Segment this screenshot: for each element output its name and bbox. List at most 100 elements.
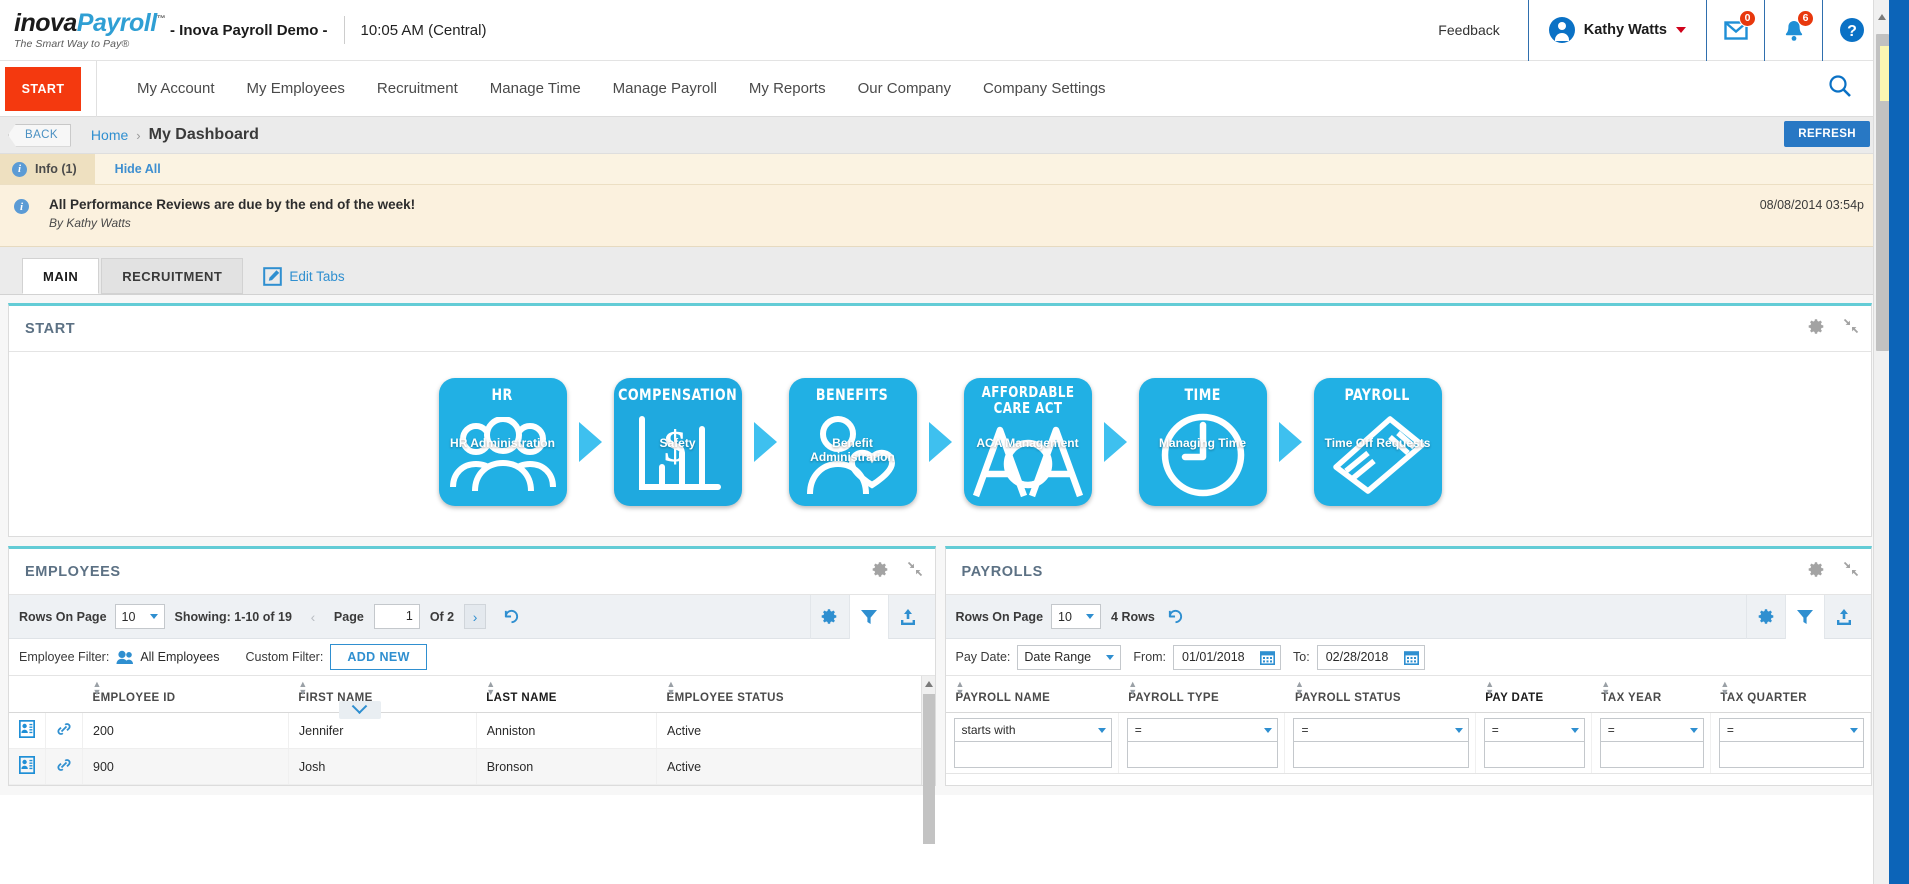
collapse-icon[interactable] (1843, 561, 1859, 582)
filter-text-input[interactable] (1127, 742, 1279, 768)
breadcrumb-separator: › (136, 128, 140, 143)
next-page-button[interactable]: › (464, 604, 486, 629)
tile-subtitle: HR Administration (439, 436, 567, 450)
notifications-button[interactable]: 6 (1764, 0, 1822, 61)
grid-filter-button[interactable] (1785, 595, 1824, 639)
rows-on-page-select[interactable]: 10 (115, 604, 165, 629)
nav-item-manage-payroll[interactable]: Manage Payroll (597, 80, 733, 97)
gear-icon[interactable] (1808, 561, 1825, 583)
reset-grid-button[interactable] (500, 604, 522, 629)
filter-text-input[interactable] (1719, 742, 1864, 768)
calendar-icon[interactable] (1260, 650, 1275, 665)
filter-text-input[interactable] (954, 742, 1112, 768)
tile-benefits[interactable]: BENEFITS Benefit Administration (789, 378, 917, 506)
filter-op-select[interactable]: = (1600, 718, 1704, 742)
collapse-icon[interactable] (1843, 318, 1859, 339)
cell-employee-id: 200 (83, 713, 289, 749)
filter-text-input[interactable] (1484, 742, 1585, 768)
grid-export-button[interactable] (888, 595, 927, 639)
employee-record-button[interactable] (9, 713, 46, 749)
scroll-up-icon[interactable] (1878, 14, 1886, 20)
employee-record-button[interactable] (9, 749, 46, 785)
breadcrumb-home-link[interactable]: Home (91, 127, 128, 143)
from-date-input[interactable]: 01/01/2018 (1173, 645, 1281, 670)
feedback-link[interactable]: Feedback (1410, 22, 1527, 38)
help-button[interactable]: ? (1822, 0, 1880, 61)
column-tax-quarter[interactable]: ▲▼ TAX QUARTER (1710, 676, 1870, 713)
search-button[interactable] (1828, 74, 1852, 103)
calendar-icon[interactable] (1404, 650, 1419, 665)
browser-scrollbar[interactable] (1873, 0, 1889, 884)
prev-page-button[interactable]: ‹ (302, 604, 324, 629)
filter-op-select[interactable]: = (1484, 718, 1585, 742)
add-new-filter-button[interactable]: ADD NEW (330, 644, 427, 670)
column-payroll-status[interactable]: ▲▼ PAYROLL STATUS (1285, 676, 1475, 713)
tile-affordable-care-act[interactable]: AFFORDABLE CARE ACT ACA Management (964, 378, 1092, 506)
nav-item-my-employees[interactable]: My Employees (231, 80, 361, 97)
dashboard-tabs: MAIN RECRUITMENT Edit Tabs (0, 247, 1880, 295)
tile-payroll[interactable]: PAYROLL Time Off Requests (1314, 378, 1442, 506)
info-tab[interactable]: i Info (1) (0, 154, 95, 184)
tile-time[interactable]: TIME Managing Time (1139, 378, 1267, 506)
filter-text-input[interactable] (1600, 742, 1704, 768)
reset-grid-button[interactable] (1165, 604, 1187, 629)
breadcrumb-bar: BACK Home › My Dashboard REFRESH (0, 117, 1880, 154)
grid-export-button[interactable] (1824, 595, 1863, 639)
refresh-button[interactable]: REFRESH (1784, 121, 1870, 147)
column-employee-id[interactable]: ▲▼ EMPLOYEE ID (83, 676, 289, 713)
start-button[interactable]: START (5, 67, 81, 111)
table-row[interactable]: 900 Josh Bronson Active (9, 749, 934, 785)
employee-filter-value[interactable]: All Employees (140, 650, 219, 664)
employee-link-button[interactable] (46, 713, 83, 749)
column-pay-date[interactable]: ▲▼ PAY DATE (1475, 676, 1591, 713)
filter-op-select[interactable]: = (1719, 718, 1864, 742)
tab-recruitment[interactable]: RECRUITMENT (101, 258, 243, 294)
nav-item-my-reports[interactable]: My Reports (733, 80, 842, 97)
column-first-name[interactable]: ▲▼ FIRST NAME (288, 676, 476, 713)
tile-hr[interactable]: HR (439, 378, 567, 506)
column-last-name[interactable]: ▲▼ LAST NAME (476, 676, 656, 713)
nav-item-my-account[interactable]: My Account (121, 80, 231, 97)
filter-op-value: starts with (962, 723, 1016, 737)
tab-main[interactable]: MAIN (22, 258, 99, 294)
filter-op-value: = (1608, 723, 1615, 737)
user-menu[interactable]: Kathy Watts (1528, 0, 1706, 61)
nav-item-company-settings[interactable]: Company Settings (967, 80, 1122, 97)
back-button[interactable]: BACK (8, 124, 71, 147)
column-employee-status[interactable]: ▲▼ EMPLOYEE STATUS (657, 676, 934, 713)
employees-grid-scrollbar[interactable] (921, 676, 935, 785)
pay-date-range-select[interactable]: Date Range (1017, 645, 1121, 670)
grid-settings-button[interactable] (1746, 595, 1785, 639)
employee-link-button[interactable] (46, 749, 83, 785)
nav-item-recruitment[interactable]: Recruitment (361, 80, 474, 97)
page-input[interactable]: 1 (374, 604, 420, 629)
employees-grid-toolbar: Rows On Page 10 Showing: 1-10 of 19 ‹ Pa… (9, 595, 935, 639)
column-menu-icon[interactable] (339, 701, 381, 719)
column-tax-year[interactable]: ▲▼ TAX YEAR (1591, 676, 1710, 713)
arrow-icon (1104, 422, 1127, 462)
hide-all-link[interactable]: Hide All (95, 154, 181, 184)
filter-op-select[interactable]: = (1127, 718, 1279, 742)
column-payroll-type[interactable]: ▲▼ PAYROLL TYPE (1118, 676, 1285, 713)
filter-text-input[interactable] (1293, 742, 1468, 768)
nav-item-manage-time[interactable]: Manage Time (474, 80, 597, 97)
tile-caption: TIME (1184, 387, 1220, 404)
tile-compensation[interactable]: COMPENSATION $ Safety (614, 378, 742, 506)
gear-icon[interactable] (872, 561, 889, 583)
scrollbar-thumb[interactable] (923, 694, 935, 844)
collapse-icon[interactable] (907, 561, 923, 582)
table-row[interactable]: 200 Jennifer Anniston Active (9, 713, 934, 749)
grid-filter-button[interactable] (849, 595, 888, 639)
messages-button[interactable]: 0 (1706, 0, 1764, 61)
to-date-input[interactable]: 02/28/2018 (1317, 645, 1425, 670)
filter-op-select[interactable]: = (1293, 718, 1468, 742)
app-logo[interactable]: inovaPayroll™ The Smart Way to Pay® (0, 11, 160, 50)
scroll-up-icon[interactable] (925, 681, 933, 687)
column-payroll-name[interactable]: ▲▼ PAYROLL NAME (946, 676, 1119, 713)
rows-on-page-select[interactable]: 10 (1051, 604, 1101, 629)
gear-icon[interactable] (1808, 318, 1825, 340)
filter-op-select[interactable]: starts with (954, 718, 1112, 742)
grid-settings-button[interactable] (810, 595, 849, 639)
nav-item-our-company[interactable]: Our Company (842, 80, 967, 97)
edit-tabs-link[interactable]: Edit Tabs (263, 258, 344, 294)
